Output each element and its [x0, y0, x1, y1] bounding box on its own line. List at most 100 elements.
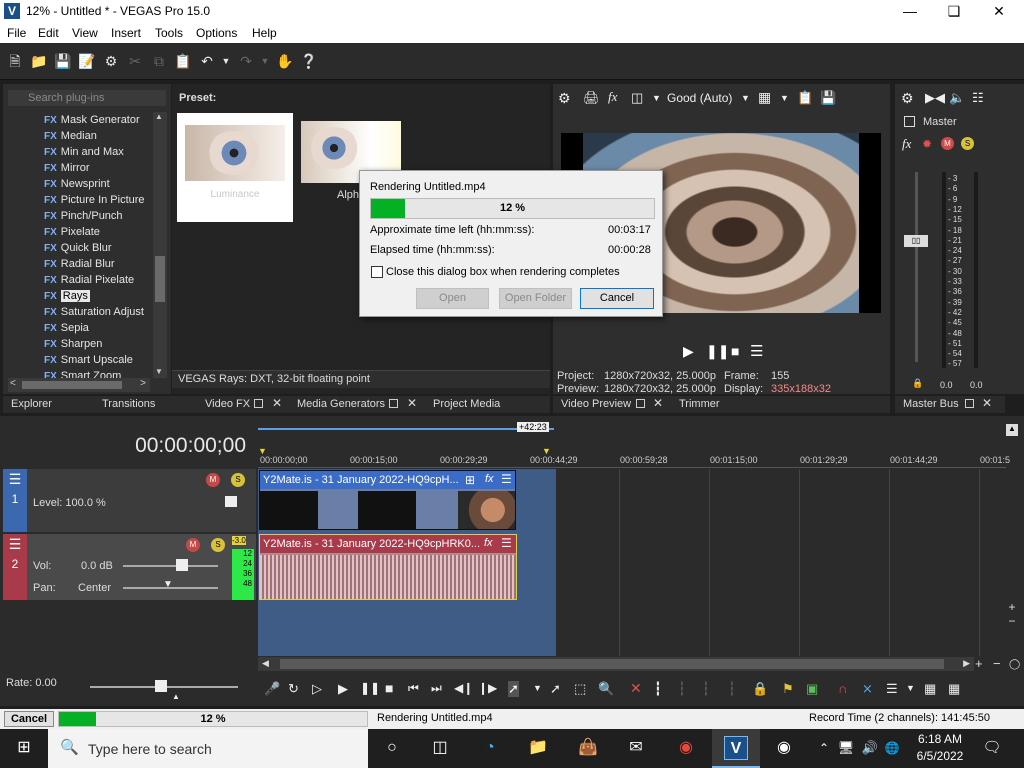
time-ruler[interactable]: 00:00:00;00 00:00:15;00 00:00:29;29 00:00:4… — [258, 446, 1010, 468]
close-window-button[interactable]: ✕ — [976, 0, 1022, 23]
chrome-icon[interactable]: ◉ — [674, 736, 698, 760]
plugin-hscrollbar[interactable]: < > — [8, 378, 150, 392]
tab-transitions[interactable]: Transitions — [102, 398, 155, 410]
master-gear-icon[interactable]: ⚙ — [901, 90, 914, 107]
cut-icon[interactable]: ✂ — [126, 52, 144, 70]
cortana-icon[interactable]: ○ — [380, 736, 404, 760]
plugin-item[interactable]: FX Quick Blur — [44, 242, 150, 258]
scroll-up-icon[interactable]: ▲ — [155, 112, 163, 121]
vertical-zoom-controls[interactable]: + − — [1006, 600, 1018, 648]
master-fx-icon[interactable]: fx — [902, 136, 911, 152]
track-menu-icon[interactable]: ☰ — [3, 536, 27, 553]
snapping-icon[interactable]: ∩ — [838, 681, 847, 696]
undo-icon[interactable]: ↶ — [198, 52, 216, 70]
plugin-item[interactable]: FX Rays — [44, 290, 150, 306]
float-icon[interactable] — [636, 399, 645, 408]
whats-this-icon[interactable]: ✋ — [276, 52, 294, 70]
video-track-header[interactable]: ☰ 1 M S Level: 100.0 % — [3, 469, 256, 532]
save-icon[interactable]: 💾 — [54, 52, 72, 70]
close-when-done-checkbox[interactable] — [371, 266, 383, 278]
selection-tool-icon[interactable]: ⬚ — [574, 681, 586, 697]
tab-media-generators[interactable]: Media Generators — [297, 398, 385, 410]
track-menu-icon[interactable]: ☰ — [3, 471, 27, 488]
store-icon[interactable]: 👜 — [576, 736, 600, 760]
crop-icon[interactable]: ⊞ — [465, 473, 475, 487]
plugin-item[interactable]: FX Picture In Picture — [44, 194, 150, 210]
copy-icon[interactable]: ⧉ — [150, 52, 168, 70]
next-frame-icon[interactable]: ❙▶ — [478, 681, 497, 695]
chevron-down-icon[interactable]: ▼ — [906, 683, 915, 693]
play-icon[interactable]: ▶ — [683, 343, 694, 360]
open-folder-icon[interactable]: 📁 — [30, 52, 48, 70]
plugin-item[interactable]: FX Pinch/Punch — [44, 210, 150, 226]
search-plugins-input[interactable]: Search plug-ins — [8, 90, 166, 106]
new-file-icon[interactable]: 🗎 — [6, 52, 24, 70]
save-snapshot-icon[interactable]: 💾 — [820, 90, 836, 106]
external-monitor-icon[interactable]: 🖨 — [583, 90, 600, 106]
plugin-item[interactable]: FX Mirror — [44, 162, 150, 178]
grid-overlay-icon[interactable]: ▦ — [758, 89, 771, 106]
play-icon[interactable]: ▶ — [338, 681, 348, 697]
lock-envelopes-icon[interactable]: ▦ — [924, 681, 936, 697]
marker-icon[interactable]: ⚑ — [782, 681, 794, 697]
tab-video-preview[interactable]: Video Preview — [561, 398, 631, 410]
lock-icon[interactable]: 🔒 — [912, 378, 923, 389]
hscroll-thumb[interactable] — [22, 381, 122, 389]
tab-explorer[interactable]: Explorer — [11, 398, 52, 410]
close-icon[interactable]: ✕ — [407, 396, 417, 410]
timeline-scroll-up-icon[interactable]: ▲ — [1006, 424, 1018, 436]
plugin-item[interactable]: FX Saturation Adjust — [44, 306, 150, 322]
ripple-edit-icon[interactable]: ☰ — [886, 681, 898, 697]
play-from-start-icon[interactable]: ▷ — [312, 681, 322, 697]
region-icon[interactable]: ▣ — [806, 681, 818, 697]
copy-snapshot-icon[interactable]: 📋 — [797, 90, 813, 106]
loop-region-bar[interactable] — [258, 424, 554, 430]
trim-start-icon[interactable]: ┆ — [678, 681, 686, 697]
paste-icon[interactable]: 📋 — [174, 52, 192, 70]
open-button[interactable]: Open — [416, 288, 489, 309]
plugin-item[interactable]: FX Radial Blur — [44, 258, 150, 274]
windows-start-icon[interactable]: ⊞ — [12, 736, 36, 760]
float-icon[interactable] — [389, 399, 398, 408]
taskbar-search-box[interactable]: 🔍 Type here to search — [48, 729, 368, 768]
preview-properties-gear-icon[interactable]: ⚙ — [558, 90, 571, 107]
plugin-item[interactable]: FX Newsprint — [44, 178, 150, 194]
obs-icon[interactable]: ◉ — [772, 736, 796, 760]
render-as-icon[interactable]: 📝 — [78, 52, 96, 70]
scroll-right-icon[interactable]: > — [140, 378, 146, 389]
mute-icon[interactable]: M — [941, 137, 954, 150]
mail-icon[interactable]: ✉ — [624, 736, 648, 760]
tab-video-fx[interactable]: Video FX — [205, 398, 250, 410]
clip-menu-icon[interactable]: ☰ — [501, 536, 512, 550]
task-view-icon[interactable]: ◫ — [428, 736, 452, 760]
go-to-end-icon[interactable]: ⏭ — [431, 681, 442, 696]
stop-icon[interactable]: ■ — [385, 680, 393, 696]
ignore-grouping-icon[interactable]: ▦ — [948, 681, 960, 697]
loop-playback-icon[interactable]: ↻ — [288, 681, 299, 697]
solo-icon[interactable]: S — [211, 538, 225, 552]
language-icon[interactable]: 🌐 — [880, 736, 904, 760]
undo-dropdown-icon[interactable]: ▼ — [217, 52, 235, 70]
cancel-render-button[interactable]: Cancel — [580, 288, 654, 309]
clip-fx-icon[interactable]: fx — [484, 537, 493, 549]
dim-output-icon[interactable]: 🔈 — [949, 90, 965, 106]
preview-menu-icon[interactable]: ☰ — [750, 342, 763, 360]
plugin-item[interactable]: FX Median — [44, 130, 150, 146]
zoom-out-icon[interactable]: − — [1006, 614, 1018, 628]
scroll-left-icon[interactable]: < — [10, 378, 16, 389]
solo-icon[interactable]: S — [231, 473, 245, 487]
plugin-item[interactable]: FX Mask Generator — [44, 114, 150, 130]
menu-edit[interactable]: Edit — [38, 26, 59, 40]
open-folder-button[interactable]: Open Folder — [499, 288, 572, 309]
vol-slider-handle[interactable] — [176, 559, 188, 571]
properties-gear-icon[interactable]: ⚙ — [102, 52, 120, 70]
network-icon[interactable]: 🖥 — [834, 736, 858, 760]
mute-icon[interactable]: M — [206, 473, 220, 487]
video-clip[interactable]: Y2Mate.is - 31 January 2022-HQ9cpH... ⊞ … — [259, 470, 516, 530]
tab-trimmer[interactable]: Trimmer — [679, 398, 720, 410]
pause-icon[interactable]: ❚❚ — [360, 681, 380, 695]
h-zoom-out-icon[interactable]: − — [993, 656, 1001, 671]
prev-frame-icon[interactable]: ◀❙ — [454, 681, 473, 695]
cursor-marker-icon[interactable]: ▼ — [258, 446, 267, 456]
plugin-item[interactable]: FX Pixelate — [44, 226, 150, 242]
